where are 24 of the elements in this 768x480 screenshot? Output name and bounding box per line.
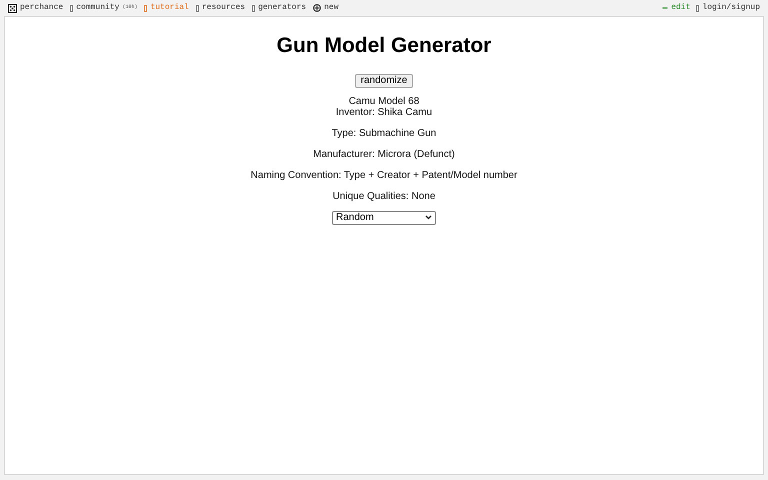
result-line: Unique Qualities: None	[332, 190, 436, 202]
nav-link[interactable]: perchance	[20, 2, 64, 14]
nav-link[interactable]: generators	[258, 2, 306, 14]
nav-link[interactable]: edit	[671, 2, 690, 14]
box-glyph-icon	[70, 4, 74, 12]
box-glyph-icon	[144, 4, 148, 12]
randomize-button[interactable]: randomize	[354, 74, 414, 88]
result-line: Manufacturer: Microra (Defunct)	[313, 148, 455, 160]
result-line: Naming Convention: Type + Creator + Patent/Model number	[250, 170, 518, 180]
box-glyph-icon	[252, 4, 256, 12]
plus-circle-icon	[313, 4, 322, 12]
box-glyph-icon	[696, 4, 700, 12]
page-title: Gun Model Generator	[276, 33, 492, 59]
box-glyph-icon	[196, 4, 199, 12]
dice-icon	[8, 4, 17, 12]
mode-select[interactable]: Random	[332, 210, 436, 224]
nav-link[interactable]: new	[324, 2, 338, 14]
result-line: Type: Submachine Gun	[332, 128, 436, 138]
chevron-icon	[425, 215, 432, 220]
nav-link[interactable]: login/signup	[702, 2, 760, 14]
result-line: Camu Model 68	[348, 96, 420, 106]
nav-link[interactable]: resources	[202, 2, 246, 14]
nav-link[interactable]: community	[76, 2, 120, 14]
result-line: Inventor: Shika Camu	[336, 106, 432, 118]
